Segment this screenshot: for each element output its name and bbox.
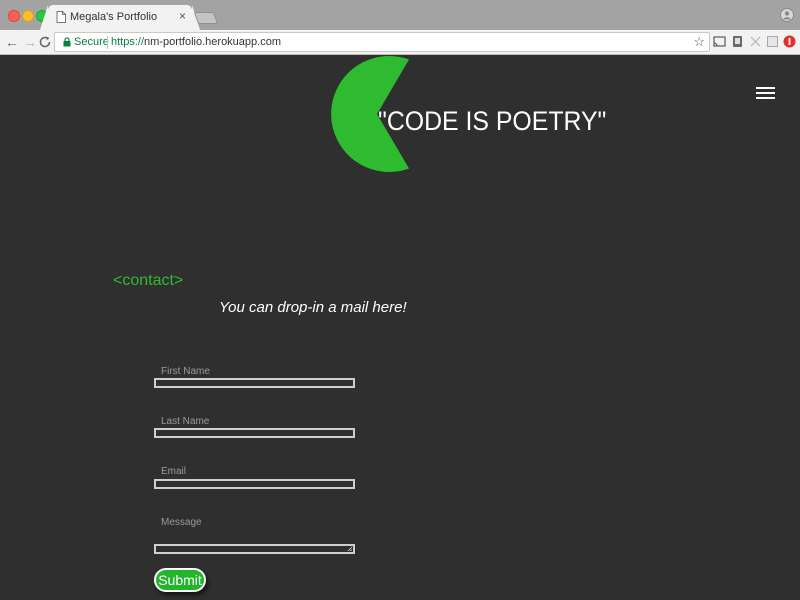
extension-icon[interactable] [731,35,744,48]
hero-quote: "CODE IS POETRY" [378,106,607,136]
last-name-label: Last Name [161,416,210,427]
message-label: Message [161,517,202,528]
back-arrow-icon[interactable]: ← [4,34,20,50]
hamburger-menu-icon[interactable] [756,87,775,101]
page-icon [56,11,66,23]
address-divider [107,36,108,49]
new-tab-button[interactable] [193,12,219,24]
first-name-field[interactable] [153,377,356,389]
message-field[interactable] [153,543,356,555]
browser-tab-bar: Megala's Portfolio × [0,0,800,30]
cast-icon[interactable] [713,35,726,48]
window-minimize-button[interactable] [22,10,34,22]
window-close-button[interactable] [8,10,20,22]
adblock-icon[interactable] [783,35,796,48]
tab-title: Megala's Portfolio [70,11,158,23]
secure-label: Secure [74,36,109,48]
first-name-label: First Name [161,366,210,377]
resize-handle-icon[interactable] [347,547,352,552]
email-field[interactable] [153,478,356,490]
bookmark-star-icon[interactable]: ☆ [693,34,705,50]
extension-icon[interactable] [749,35,762,48]
contact-subtitle: You can drop-in a mail here! [219,299,407,316]
email-label: Email [161,466,187,477]
contact-heading: <contact> [113,272,184,289]
address-bar[interactable]: Secure https://nm-portfolio.herokuapp.co… [54,32,710,52]
tab-close-icon[interactable]: × [179,9,186,23]
url-host: nm-portfolio.herokuapp.com [144,36,281,48]
portfolio-page: "CODE IS POETRY" <contact> You can drop-… [0,56,800,600]
url-text: https://nm-portfolio.herokuapp.com [111,36,281,48]
lock-icon [63,37,71,47]
last-name-field[interactable] [153,427,356,439]
browser-toolbar: ← → Secure https://nm-portfolio.herokuap… [0,30,800,55]
submit-button[interactable]: Submit [154,568,206,592]
extension-icon[interactable] [766,35,779,48]
reload-icon[interactable] [38,35,52,49]
browser-tab[interactable]: Megala's Portfolio × [48,5,192,30]
forward-arrow-icon[interactable]: → [22,34,38,50]
url-scheme: https:// [111,36,145,48]
profile-icon[interactable] [780,8,794,22]
